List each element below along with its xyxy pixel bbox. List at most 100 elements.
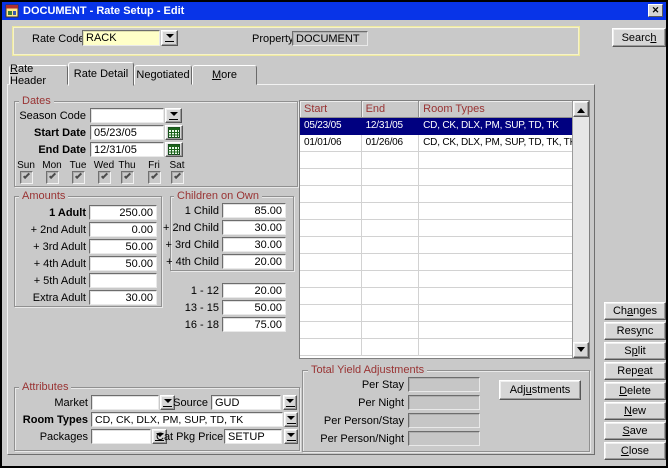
source-input[interactable] xyxy=(211,395,281,410)
amount-4th-adult-input[interactable] xyxy=(89,256,157,271)
yield-group-label: Total Yield Adjustments xyxy=(308,364,427,376)
changes-button[interactable]: Changes xyxy=(604,302,666,320)
day-label-mon: Mon xyxy=(39,160,65,171)
child-row-label: 1 Child xyxy=(162,205,219,217)
schedule-empty-rows xyxy=(300,152,572,356)
day-label-sun: Sun xyxy=(13,160,39,171)
table-empty-row xyxy=(300,322,572,339)
room-types-dropdown-icon[interactable] xyxy=(284,412,298,427)
table-header: Start End Room Types xyxy=(300,101,572,118)
age-band-label: 16 - 18 xyxy=(162,319,219,331)
season-code-label: Season Code xyxy=(16,110,86,122)
day-checkbox-sun[interactable] xyxy=(20,171,33,184)
end-date-input[interactable] xyxy=(90,142,164,157)
per-night-label: Per Night xyxy=(302,397,404,409)
amount-3rd-adult-input[interactable] xyxy=(89,239,157,254)
child-2nd-input[interactable] xyxy=(222,220,286,235)
table-empty-row xyxy=(300,288,572,305)
age-13-15-input[interactable] xyxy=(222,300,286,315)
close-button[interactable]: Close xyxy=(604,442,666,460)
packages-label: Packages xyxy=(14,431,88,443)
child-1-input[interactable] xyxy=(222,203,286,218)
day-label-sat: Sat xyxy=(164,160,190,171)
source-dropdown-icon[interactable] xyxy=(283,395,297,410)
end-date-calendar-icon[interactable] xyxy=(165,142,183,157)
property-label: Property xyxy=(252,33,290,45)
day-label-tue: Tue xyxy=(65,160,91,171)
scroll-up-icon[interactable] xyxy=(573,101,589,117)
delete-button[interactable]: Delete xyxy=(604,382,666,400)
column-header-room-types[interactable]: Room Types xyxy=(419,101,572,118)
season-code-input[interactable] xyxy=(90,108,164,123)
day-checkbox-sat[interactable] xyxy=(171,171,184,184)
per-person-night-field xyxy=(408,431,480,446)
amount-extra-adult-input[interactable] xyxy=(89,290,157,305)
rate-code-dropdown-icon[interactable] xyxy=(161,30,178,46)
tab-negotiated[interactable]: Negotiated xyxy=(134,65,192,85)
tab-more[interactable]: More xyxy=(192,65,257,85)
table-empty-row xyxy=(300,237,572,254)
per-person-stay-label: Per Person/Stay xyxy=(302,415,404,427)
close-icon[interactable]: ✕ xyxy=(648,4,663,17)
title-bar[interactable]: DOCUMENT - Rate Setup - Edit ✕ xyxy=(2,2,666,20)
scroll-down-icon[interactable] xyxy=(573,342,589,358)
per-person-night-label: Per Person/Night xyxy=(302,433,404,445)
day-checkbox-mon[interactable] xyxy=(46,171,59,184)
save-button[interactable]: Save xyxy=(604,422,666,440)
rate-code-label: Rate Code xyxy=(32,33,80,45)
age-16-18-input[interactable] xyxy=(222,317,286,332)
amount-1-adult-input[interactable] xyxy=(89,205,157,220)
table-scrollbar[interactable] xyxy=(572,101,589,358)
repeat-button[interactable]: Repeat xyxy=(604,362,666,380)
amount-row-label: 1 Adult xyxy=(16,207,86,219)
children-group-label: Children on Own xyxy=(174,190,262,202)
cat-pkg-price-dropdown-icon[interactable] xyxy=(284,429,298,444)
search-button[interactable]: Search xyxy=(612,28,666,47)
start-date-input[interactable] xyxy=(90,125,164,140)
table-empty-row xyxy=(300,186,572,203)
start-date-calendar-icon[interactable] xyxy=(165,125,183,140)
amount-5th-adult-input[interactable] xyxy=(89,273,157,288)
child-row-label: + 2nd Child xyxy=(162,222,219,234)
table-empty-row xyxy=(300,271,572,288)
table-empty-row xyxy=(300,169,572,186)
source-label: Source xyxy=(170,397,208,409)
end-date-label: End Date xyxy=(16,144,86,156)
day-checkbox-thu[interactable] xyxy=(121,171,134,184)
season-code-dropdown-icon[interactable] xyxy=(165,108,182,123)
rate-setup-window: DOCUMENT - Rate Setup - Edit ✕ Rate Code… xyxy=(0,0,668,468)
packages-input[interactable] xyxy=(91,429,151,444)
child-3rd-input[interactable] xyxy=(222,237,286,252)
start-date-label: Start Date xyxy=(16,127,86,139)
cat-pkg-price-input[interactable] xyxy=(224,429,282,444)
age-1-12-input[interactable] xyxy=(222,283,286,298)
window-title: DOCUMENT - Rate Setup - Edit xyxy=(23,5,184,17)
cat-pkg-price-label: Cat Pkg Price xyxy=(156,431,222,443)
day-checkbox-tue[interactable] xyxy=(72,171,85,184)
per-stay-field xyxy=(408,377,480,392)
amount-2nd-adult-input[interactable] xyxy=(89,222,157,237)
child-4th-input[interactable] xyxy=(222,254,286,269)
child-row-label: + 4th Child xyxy=(162,256,219,268)
day-checkbox-fri[interactable] xyxy=(148,171,161,184)
new-button[interactable]: New xyxy=(604,402,666,420)
child-row-label: + 3rd Child xyxy=(162,239,219,251)
tab-rate-header[interactable]: Rate Header xyxy=(9,65,68,85)
rate-code-input[interactable] xyxy=(82,30,160,46)
resync-button[interactable]: Resync xyxy=(604,322,666,340)
column-header-start[interactable]: Start xyxy=(300,101,362,118)
table-row-selected[interactable]: 05/23/05 12/31/05 CD, CK, DLX, PM, SUP, … xyxy=(300,118,572,135)
rate-schedule-table: Start End Room Types 05/23/05 12/31/05 C… xyxy=(299,100,590,359)
day-label-thu: Thu xyxy=(114,160,140,171)
market-input[interactable] xyxy=(91,395,159,410)
table-row[interactable]: 01/01/06 01/26/06 CD, CK, DLX, PM, SUP, … xyxy=(300,135,572,152)
room-types-input[interactable] xyxy=(91,412,283,427)
amount-row-label: + 3rd Adult xyxy=(16,241,86,253)
split-button[interactable]: Split xyxy=(604,342,666,360)
day-checkbox-wed[interactable] xyxy=(98,171,111,184)
column-header-end[interactable]: End xyxy=(362,101,420,118)
app-icon xyxy=(5,4,19,18)
adjustments-button[interactable]: Adjustments xyxy=(499,380,581,400)
tab-rate-detail[interactable]: Rate Detail xyxy=(68,62,134,86)
table-empty-row xyxy=(300,305,572,322)
